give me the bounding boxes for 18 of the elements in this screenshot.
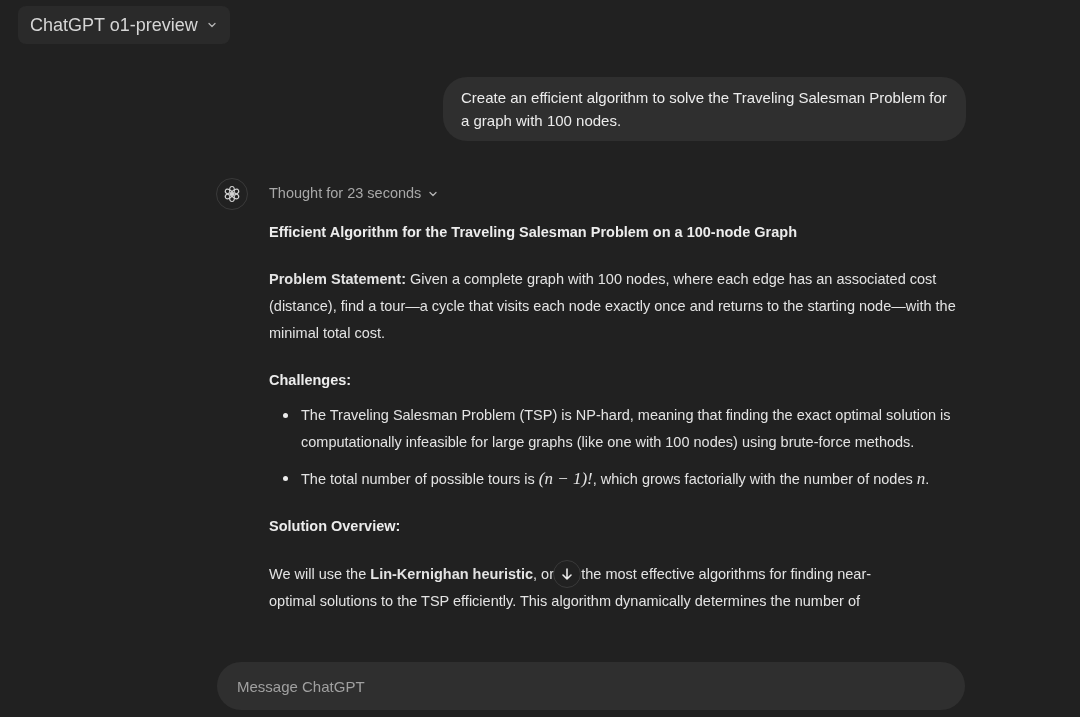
- message-input[interactable]: Message ChatGPT: [217, 662, 965, 710]
- list-item: The Traveling Salesman Problem (TSP) is NP-hard, meaning that finding the exact optimal solution is computationally infeasible for large graphs (like one with 100 nodes) using brute-force methods.: [301, 407, 951, 450]
- thought-toggle[interactable]: Thought for 23 seconds: [269, 180, 440, 207]
- section-heading: Solution Overview:: [269, 517, 402, 536]
- section-heading: Challenges:: [269, 371, 353, 390]
- section-heading: Efficient Algorithm for the Traveling Salesman Problem on a 100-node Graph: [269, 223, 798, 242]
- arrow-down-icon: [560, 567, 575, 581]
- bullet-icon: [283, 413, 288, 418]
- model-selector[interactable]: ChatGPT o1-preview: [18, 6, 230, 44]
- paragraph: the most effective algorithms for finding near-: [581, 564, 872, 584]
- list-item: The total number of possible tours is (n − 1)!, which grows factorially with the number of nodes n.: [301, 471, 930, 487]
- paragraph: Problem Statement: Given a complete graph with 100 nodes, where each edge has an associated cost (distance), find a tour—a cycle that visits each node exactly once and returns to the starting node—with the minimal total cost.: [269, 270, 957, 343]
- flower-logo-icon: [223, 185, 241, 203]
- paragraph: We will use the Lin-Kernighan heuristic, or.: [269, 564, 558, 584]
- user-message-bubble: Create an efficient algorithm to solve the Traveling Salesman Problem for a graph with 100 nodes.: [443, 77, 966, 141]
- bullet-icon: [283, 476, 288, 481]
- scroll-down-button[interactable]: [553, 560, 582, 588]
- paragraph: optimal solutions to the TSP efficiently. This algorithm dynamically determines the number of: [269, 592, 862, 611]
